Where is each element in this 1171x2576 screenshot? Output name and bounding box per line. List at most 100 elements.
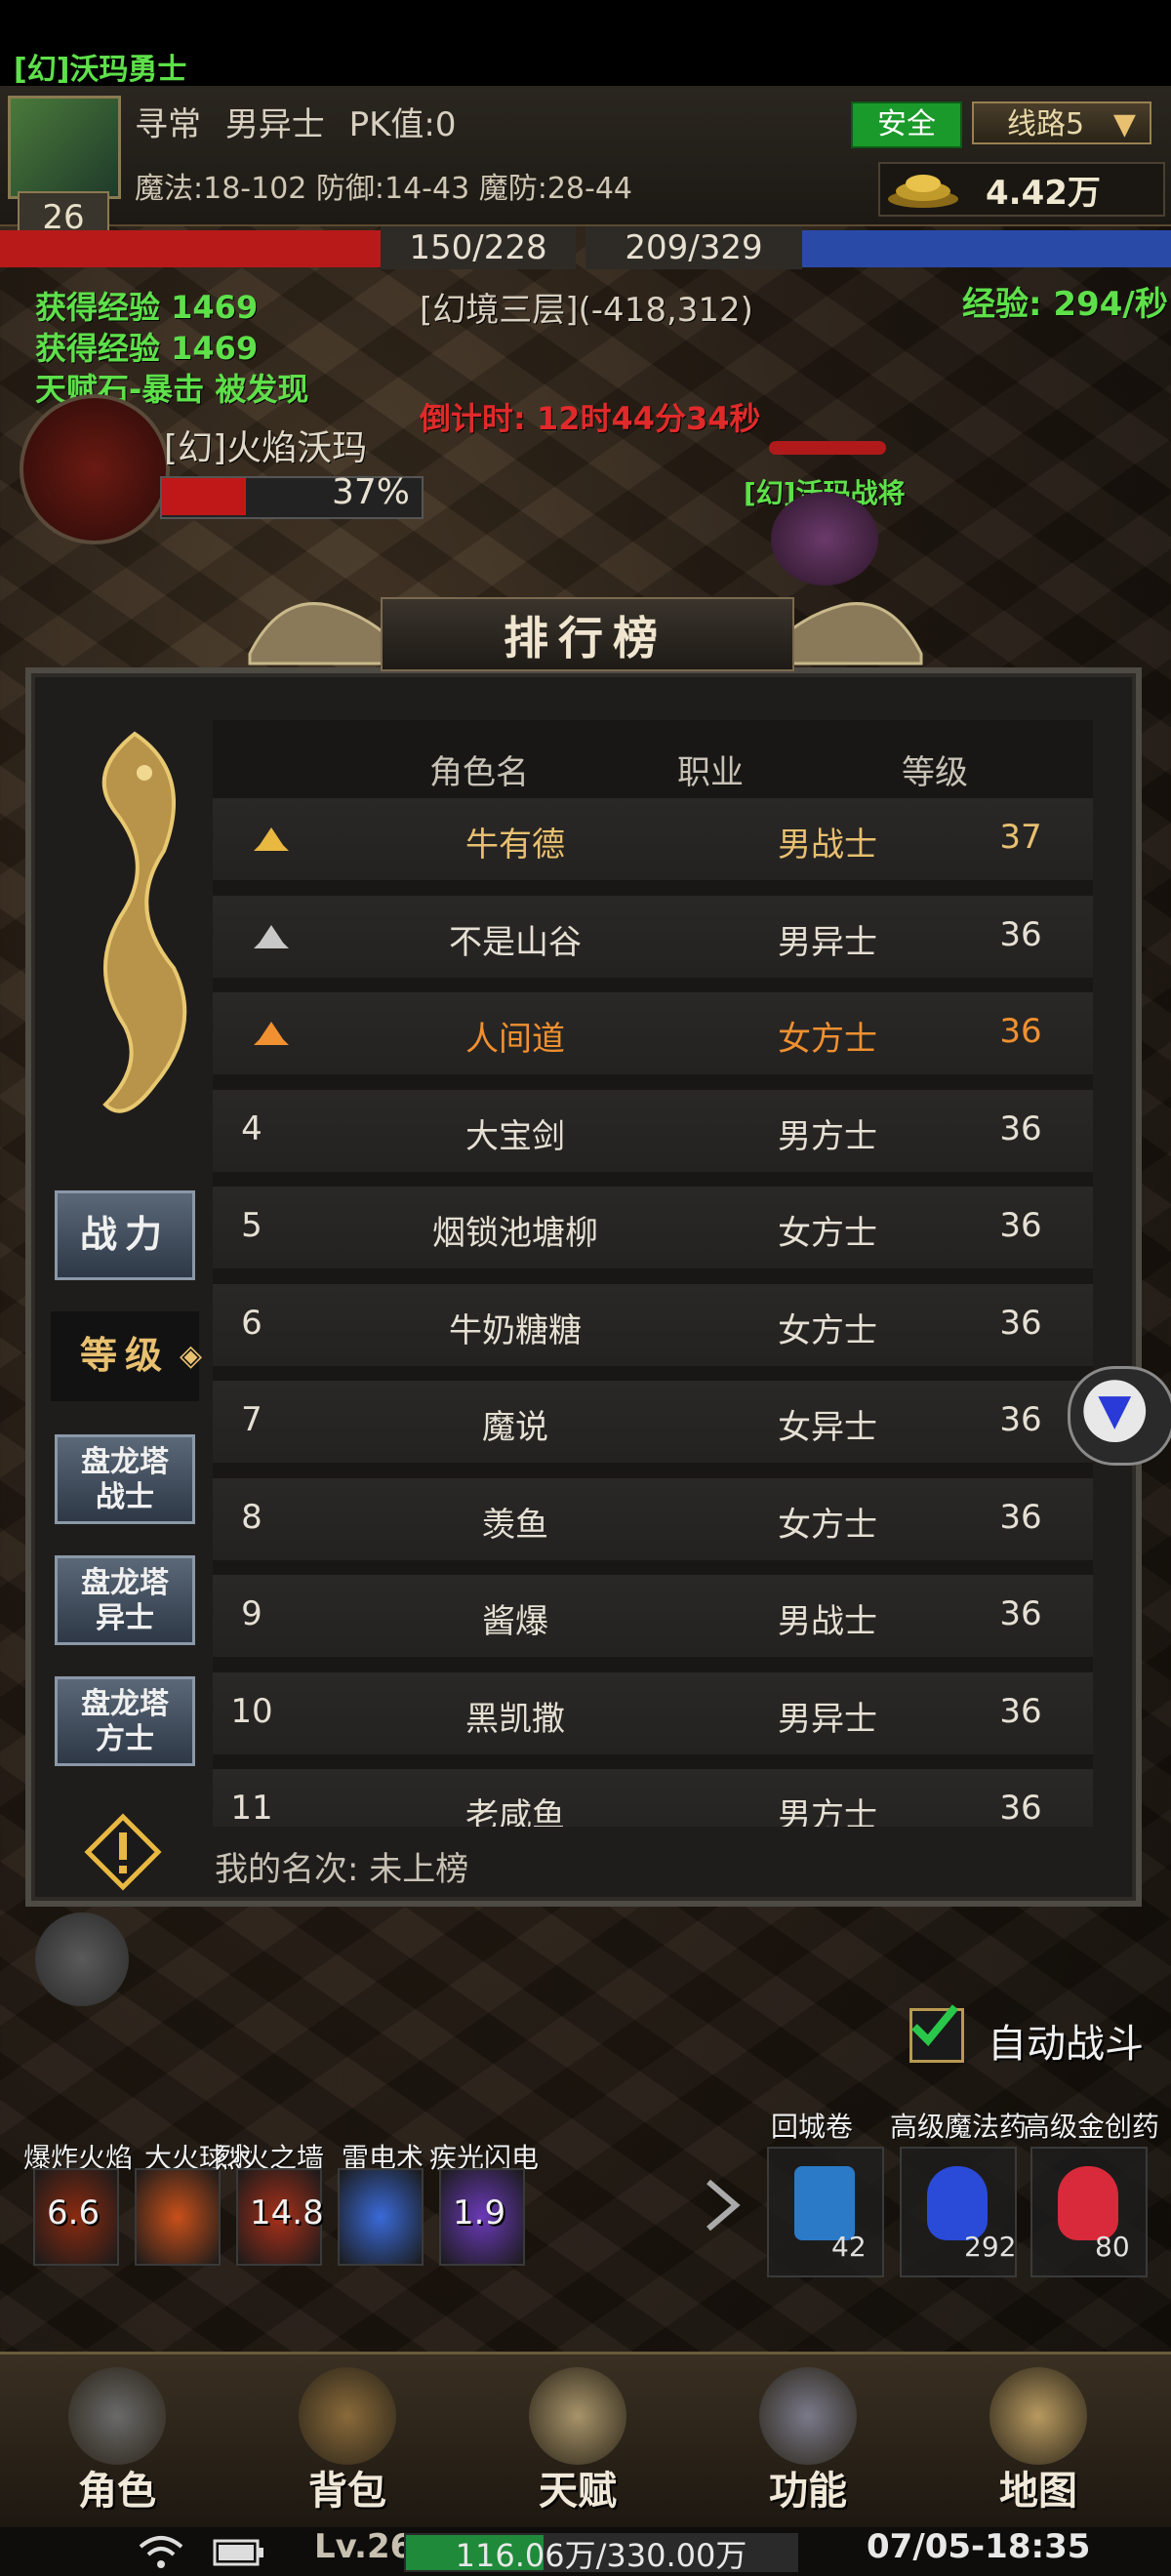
table-row[interactable]: 8 羡鱼 女方士 36 [213, 1477, 1093, 1560]
skill-slot[interactable] [338, 2168, 424, 2266]
player-job: 女方士 [778, 1020, 877, 1059]
boss-portrait[interactable] [20, 394, 170, 544]
table-row[interactable]: 7 魔说 女异士 36 [213, 1381, 1093, 1463]
enemy-hp-bar [769, 441, 886, 455]
player-avatar[interactable] [8, 96, 121, 199]
player-level: 36 [999, 1789, 1042, 1827]
column-header-job: 职业 [677, 753, 744, 792]
nav-label: 天赋 [539, 2469, 617, 2514]
item-count: 292 [964, 2231, 1017, 2263]
table-row[interactable]: 4 大宝剑 男方士 36 [213, 1089, 1093, 1172]
gold-amount: 4.42万 [986, 174, 1101, 213]
table-row[interactable]: 牛有德 男战士 37 [213, 798, 1093, 880]
rank-trophy-icon [254, 924, 289, 948]
skill-cooldown: 14.8 [250, 2194, 324, 2233]
chevron-down-icon: ▼ [1112, 107, 1136, 141]
tab-1[interactable]: 等级 [51, 1311, 199, 1401]
player-level: 36 [999, 1012, 1042, 1051]
item-count: 42 [831, 2231, 867, 2263]
nav-label: 功能 [769, 2469, 847, 2514]
exp-rate: 经验: 294/秒 [962, 285, 1168, 324]
server-line-label: 线路5 [1007, 107, 1085, 141]
nav-label: 背包 [308, 2469, 386, 2514]
player-name: 牛奶糖糖 [449, 1310, 582, 1350]
table-row[interactable]: 6 牛奶糖糖 女方士 36 [213, 1283, 1093, 1366]
table-row[interactable]: 9 酱爆 男战士 36 [213, 1575, 1093, 1657]
table-row[interactable]: 不是山谷 男异士 36 [213, 895, 1093, 978]
player-name: 老咸鱼 [465, 1796, 565, 1827]
map-compass-icon [989, 2367, 1087, 2465]
hooded-character-icon [68, 2367, 166, 2465]
system-message: 获得经验 1469 [35, 330, 259, 367]
player-level: 36 [999, 1594, 1042, 1633]
skill-cooldown: 6.6 [47, 2194, 101, 2233]
skill-slot[interactable] [135, 2168, 221, 2266]
v-logo-icon [1083, 1380, 1147, 1442]
player-name: 大宝剑 [465, 1116, 565, 1156]
my-rank: 我的名次: 未上榜 [215, 1850, 469, 1889]
table-row[interactable]: 11 老咸鱼 男方士 36 [213, 1769, 1093, 1827]
rank-number: 11 [230, 1789, 273, 1827]
autofight-checkbox[interactable] [909, 2004, 964, 2063]
hp-text: 150/228 [381, 226, 576, 269]
rank-number: 8 [241, 1497, 262, 1537]
item-slot[interactable] [1030, 2147, 1148, 2277]
potion-icon [927, 2166, 988, 2240]
item-slot[interactable] [767, 2147, 884, 2277]
player-job: 男异士 [778, 922, 877, 962]
column-header-level: 等级 [902, 753, 968, 792]
backpack-icon [299, 2367, 396, 2465]
player-name: 黑凯撒 [465, 1699, 565, 1739]
player-level: 36 [999, 1206, 1042, 1245]
tab-2[interactable]: 盘龙塔 战士 [55, 1434, 195, 1524]
system-message: 获得经验 1469 [35, 289, 259, 326]
table-row[interactable]: 5 烟锁池塘柳 女方士 36 [213, 1187, 1093, 1268]
player-job: 男方士 [778, 1116, 877, 1156]
table-row[interactable]: 人间道 女方士 36 [213, 992, 1093, 1074]
tab-4[interactable]: 盘龙塔 方士 [55, 1676, 195, 1766]
rank-number: 5 [241, 1206, 262, 1245]
player-name: 羡鱼 [482, 1505, 548, 1545]
scroll-icon [794, 2166, 855, 2240]
battery-icon [213, 2539, 263, 2566]
skill-cooldown: 1.9 [453, 2194, 506, 2233]
potion-icon [1058, 2166, 1118, 2240]
clock: 07/05-18:35 [867, 2527, 1091, 2566]
player-job: 男方士 [778, 1796, 877, 1827]
floating-assist-button[interactable] [1068, 1366, 1171, 1466]
rank-number: 10 [230, 1691, 273, 1731]
info-diamond-icon[interactable] [84, 1813, 162, 1891]
player-job: 男异士 [778, 1699, 877, 1739]
rank-number: 9 [241, 1594, 262, 1633]
chevron-right-icon[interactable] [703, 2178, 742, 2233]
item-label: 高级魔法药 [890, 2111, 1028, 2143]
rank-number: 7 [241, 1400, 262, 1439]
nav-label: 地图 [999, 2469, 1077, 2514]
anvil-icon [759, 2367, 857, 2465]
enemy-sprite[interactable] [771, 492, 878, 585]
rank-number: 4 [241, 1108, 262, 1148]
item-label: 高级金创药 [1023, 2111, 1160, 2143]
rank-trophy-icon [254, 1022, 289, 1045]
player-level: 36 [999, 1691, 1042, 1731]
ranking-table[interactable]: 角色名 职业 等级 牛有德 男战士 37 不是山谷 男异士 36 人间道 女方士 36 4 大宝剑男… [213, 720, 1093, 1827]
nav-label: 角色 [78, 2469, 156, 2514]
status-level: Lv.26 [314, 2527, 414, 2566]
server-line-select[interactable]: 线路5 ▼ [972, 101, 1151, 144]
mp-bar [802, 230, 1171, 267]
table-row[interactable]: 10 黑凯撒 男异士 36 [213, 1671, 1093, 1754]
item-label: 回城卷 [771, 2111, 854, 2143]
player-job: 男战士 [778, 825, 877, 865]
tab-selected-icon: ◈ [180, 1339, 203, 1373]
tab-3[interactable]: 盘龙塔 异士 [55, 1555, 195, 1645]
wifi-icon [139, 2536, 183, 2568]
player-level: 36 [999, 1108, 1042, 1148]
player-title: 寻常 [135, 105, 201, 144]
player-job: 女异士 [778, 1408, 877, 1447]
player-name: 魔说 [482, 1408, 548, 1447]
settings-gear-icon[interactable] [35, 1912, 129, 2006]
column-header-name: 角色名 [429, 753, 529, 792]
tab-0[interactable]: 战力 [55, 1190, 195, 1280]
player-job: 女方士 [778, 1214, 877, 1253]
player-name: 不是山谷 [449, 922, 582, 962]
